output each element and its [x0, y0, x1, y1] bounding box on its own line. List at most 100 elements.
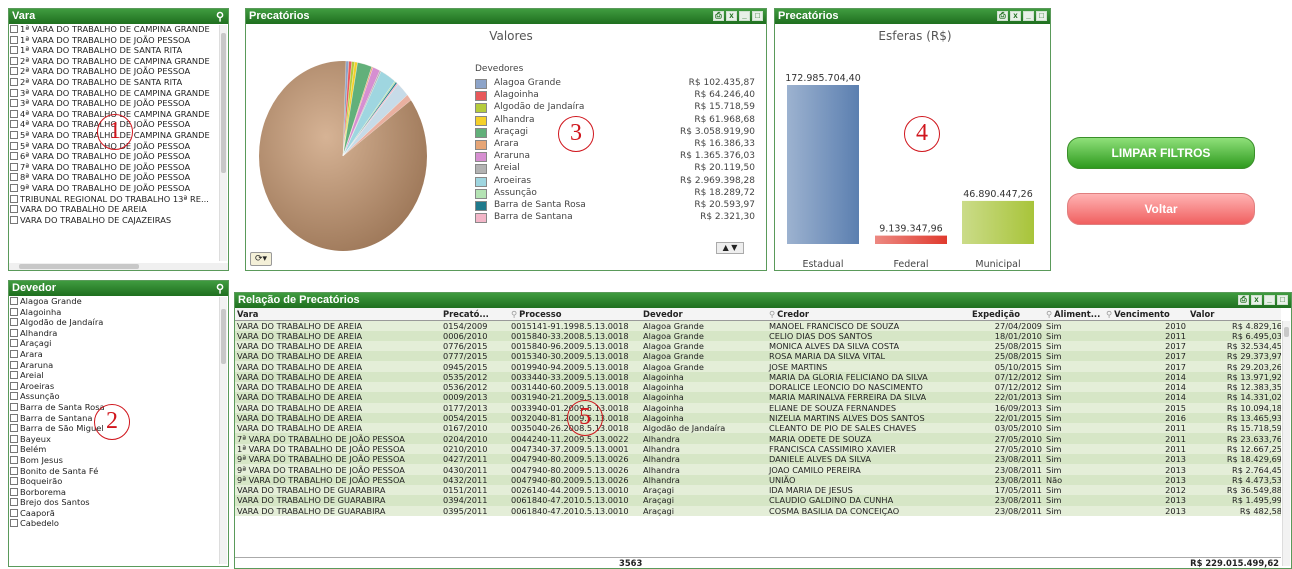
devedor-list-item[interactable]: Araruna [9, 360, 218, 371]
vara-list-item[interactable]: VARA DO TRABALHO DE AREIA [9, 204, 218, 215]
devedor-list-item[interactable]: Alagoinha [9, 307, 218, 318]
table-row[interactable]: VARA DO TRABALHO DE AREIA 0009/2013 003194… [235, 392, 1281, 403]
search-icon[interactable]: ⚲ [216, 10, 224, 25]
legend-item[interactable]: Alagoinha R$ 64.246,40 [475, 90, 755, 102]
checkbox-icon[interactable] [10, 99, 18, 108]
table-row[interactable]: 9ª VARA DO TRABALHO DE JOÃO PESSOA 0427/2… [235, 454, 1281, 465]
checkbox-icon[interactable] [10, 56, 18, 65]
bar-municipal[interactable] [962, 200, 1034, 244]
vara-list-item[interactable]: 2ª VARA DO TRABALHO DE CAMPINA GRANDE [9, 56, 218, 67]
devedor-list-item[interactable]: Aroeiras [9, 381, 218, 392]
search-icon[interactable]: ⚲ [1106, 309, 1112, 319]
checkbox-icon[interactable] [10, 130, 18, 139]
legend-item[interactable]: Algodão de Jandaíra R$ 15.718,59 [475, 102, 755, 114]
devedor-list-item[interactable]: Alhandra [9, 328, 218, 339]
minimize-icon[interactable]: _ [1264, 295, 1275, 305]
checkbox-icon[interactable] [10, 88, 18, 97]
vara-list-item[interactable]: 2ª VARA DO TRABALHO DE JOÃO PESSOA [9, 66, 218, 77]
devedor-list-item[interactable]: Cabedelo [9, 518, 218, 529]
table-row[interactable]: VARA DO TRABALHO DE GUARABIRA 0395/2011 00… [235, 505, 1281, 516]
minimize-icon[interactable]: _ [1023, 11, 1034, 21]
vara-scrollbar[interactable] [219, 25, 227, 261]
table-row[interactable]: VARA DO TRABALHO DE AREIA 0776/2015 001584… [235, 340, 1281, 352]
vara-list-item[interactable]: 1ª VARA DO TRABALHO DE JOÃO PESSOA [9, 35, 218, 46]
column-header[interactable]: Devedor [641, 308, 767, 321]
devedor-list-item[interactable]: Boqueirão [9, 476, 218, 487]
devedor-list-item[interactable]: Araçagi [9, 338, 218, 349]
checkbox-icon[interactable] [10, 508, 18, 517]
devedor-list-item[interactable]: Algodão de Jandaíra [9, 317, 218, 328]
checkbox-icon[interactable] [10, 141, 18, 150]
checkbox-icon[interactable] [10, 297, 18, 305]
devedor-list-item[interactable]: Borborema [9, 487, 218, 498]
vara-list-item[interactable]: 1ª VARA DO TRABALHO DE CAMPINA GRANDE [9, 24, 218, 35]
bar-estadual[interactable] [787, 85, 859, 244]
vara-list-item[interactable]: 3ª VARA DO TRABALHO DE CAMPINA GRANDE [9, 88, 218, 99]
table-row[interactable]: VARA DO TRABALHO DE AREIA 0177/2013 003394… [235, 402, 1281, 413]
table-row[interactable]: 1ª VARA DO TRABALHO DE JOÃO PESSOA 0210/2… [235, 443, 1281, 455]
checkbox-icon[interactable] [10, 477, 18, 486]
checkbox-icon[interactable] [10, 46, 18, 55]
legend-item[interactable]: Barra de Santana R$ 2.321,30 [475, 212, 755, 224]
checkbox-icon[interactable] [10, 413, 18, 422]
table-row[interactable]: VARA DO TRABALHO DE AREIA 0535/2012 003344… [235, 371, 1281, 382]
checkbox-icon[interactable] [10, 424, 18, 433]
search-icon[interactable]: ⚲ [769, 309, 775, 319]
legend-item[interactable]: Areial R$ 20.119,50 [475, 163, 755, 175]
print-icon[interactable]: ⎙ [713, 11, 724, 21]
export-xl-icon[interactable]: x [726, 11, 737, 21]
vara-horizontal-scrollbar[interactable] [9, 263, 228, 270]
table-row[interactable]: VARA DO TRABALHO DE GUARABIRA 0151/2011 00… [235, 484, 1281, 496]
legend-item[interactable]: Barra de Santa Rosa R$ 20.593,97 [475, 200, 755, 212]
column-header[interactable]: Vara [235, 308, 441, 321]
minimize-icon[interactable]: _ [739, 11, 750, 21]
column-header[interactable]: Precató... [441, 308, 509, 321]
checkbox-icon[interactable] [10, 339, 18, 348]
relacao-scrollbar[interactable] [1282, 321, 1290, 566]
bar-federal[interactable] [875, 235, 947, 244]
table-row[interactable]: VARA DO TRABALHO DE AREIA 0054/2015 003204… [235, 412, 1281, 424]
column-header[interactable]: ⚲ Credor [767, 308, 970, 321]
legend-item[interactable]: Alhandra R$ 61.968,68 [475, 115, 755, 127]
maximize-icon[interactable]: □ [752, 11, 763, 21]
checkbox-icon[interactable] [10, 205, 18, 214]
table-row[interactable]: VARA DO TRABALHO DE AREIA 0777/2015 001534… [235, 351, 1281, 362]
checkbox-icon[interactable] [10, 152, 18, 161]
legend-item[interactable]: Araruna R$ 1.365.376,03 [475, 151, 755, 163]
table-row[interactable]: VARA DO TRABALHO DE GUARABIRA 0394/2011 00… [235, 495, 1281, 506]
maximize-icon[interactable]: □ [1036, 11, 1047, 21]
pie-chart[interactable] [256, 44, 446, 254]
devedor-list-item[interactable]: Caaporã [9, 508, 218, 519]
checkbox-icon[interactable] [10, 402, 18, 411]
vara-list-item[interactable]: 8ª VARA DO TRABALHO DE JOÃO PESSOA [9, 172, 218, 183]
checkbox-icon[interactable] [10, 77, 18, 86]
devedor-list-item[interactable]: Bom Jesus [9, 455, 218, 466]
print-icon[interactable]: ⎙ [997, 11, 1008, 21]
checkbox-icon[interactable] [10, 360, 18, 369]
search-icon[interactable]: ⚲ [216, 282, 224, 297]
devedor-scrollbar[interactable] [219, 297, 227, 564]
checkbox-icon[interactable] [10, 215, 18, 224]
esferas-bar-chart[interactable]: 172.985.704,40 Estadual 9.139.347,96 Federa… [775, 49, 1050, 269]
export-xl-icon[interactable]: x [1251, 295, 1262, 305]
checkbox-icon[interactable] [10, 392, 18, 401]
checkbox-icon[interactable] [10, 307, 18, 316]
checkbox-icon[interactable] [10, 328, 18, 337]
legend-item[interactable]: Arara R$ 16.386,33 [475, 139, 755, 151]
column-header[interactable]: Expedição [970, 308, 1044, 321]
checkbox-icon[interactable] [10, 173, 18, 182]
table-row[interactable]: 9ª VARA DO TRABALHO DE JOÃO PESSOA 0432/2… [235, 474, 1281, 485]
column-header[interactable]: ⚲ Aliment... [1044, 308, 1104, 321]
legend-item[interactable]: Alagoa Grande R$ 102.435,87 [475, 78, 755, 90]
search-icon[interactable]: ⚲ [1046, 309, 1052, 319]
table-row[interactable]: VARA DO TRABALHO DE AREIA 0536/2012 003144… [235, 381, 1281, 393]
vara-list-item[interactable]: 2ª VARA DO TRABALHO DE SANTA RITA [9, 77, 218, 88]
table-row[interactable]: VARA DO TRABALHO DE AREIA 0945/2015 001994… [235, 361, 1281, 372]
legend-scroll-arrows[interactable]: ▲ ▼ [716, 242, 744, 254]
print-icon[interactable]: ⎙ [1238, 295, 1249, 305]
vara-list-item[interactable]: VARA DO TRABALHO DE CAJAZEIRAS [9, 215, 218, 226]
voltar-button[interactable]: Voltar [1067, 193, 1255, 225]
vara-list-item[interactable]: 1ª VARA DO TRABALHO DE SANTA RITA [9, 45, 218, 56]
cycle-icon[interactable]: ⟳▾ [250, 252, 272, 266]
checkbox-icon[interactable] [10, 109, 18, 118]
